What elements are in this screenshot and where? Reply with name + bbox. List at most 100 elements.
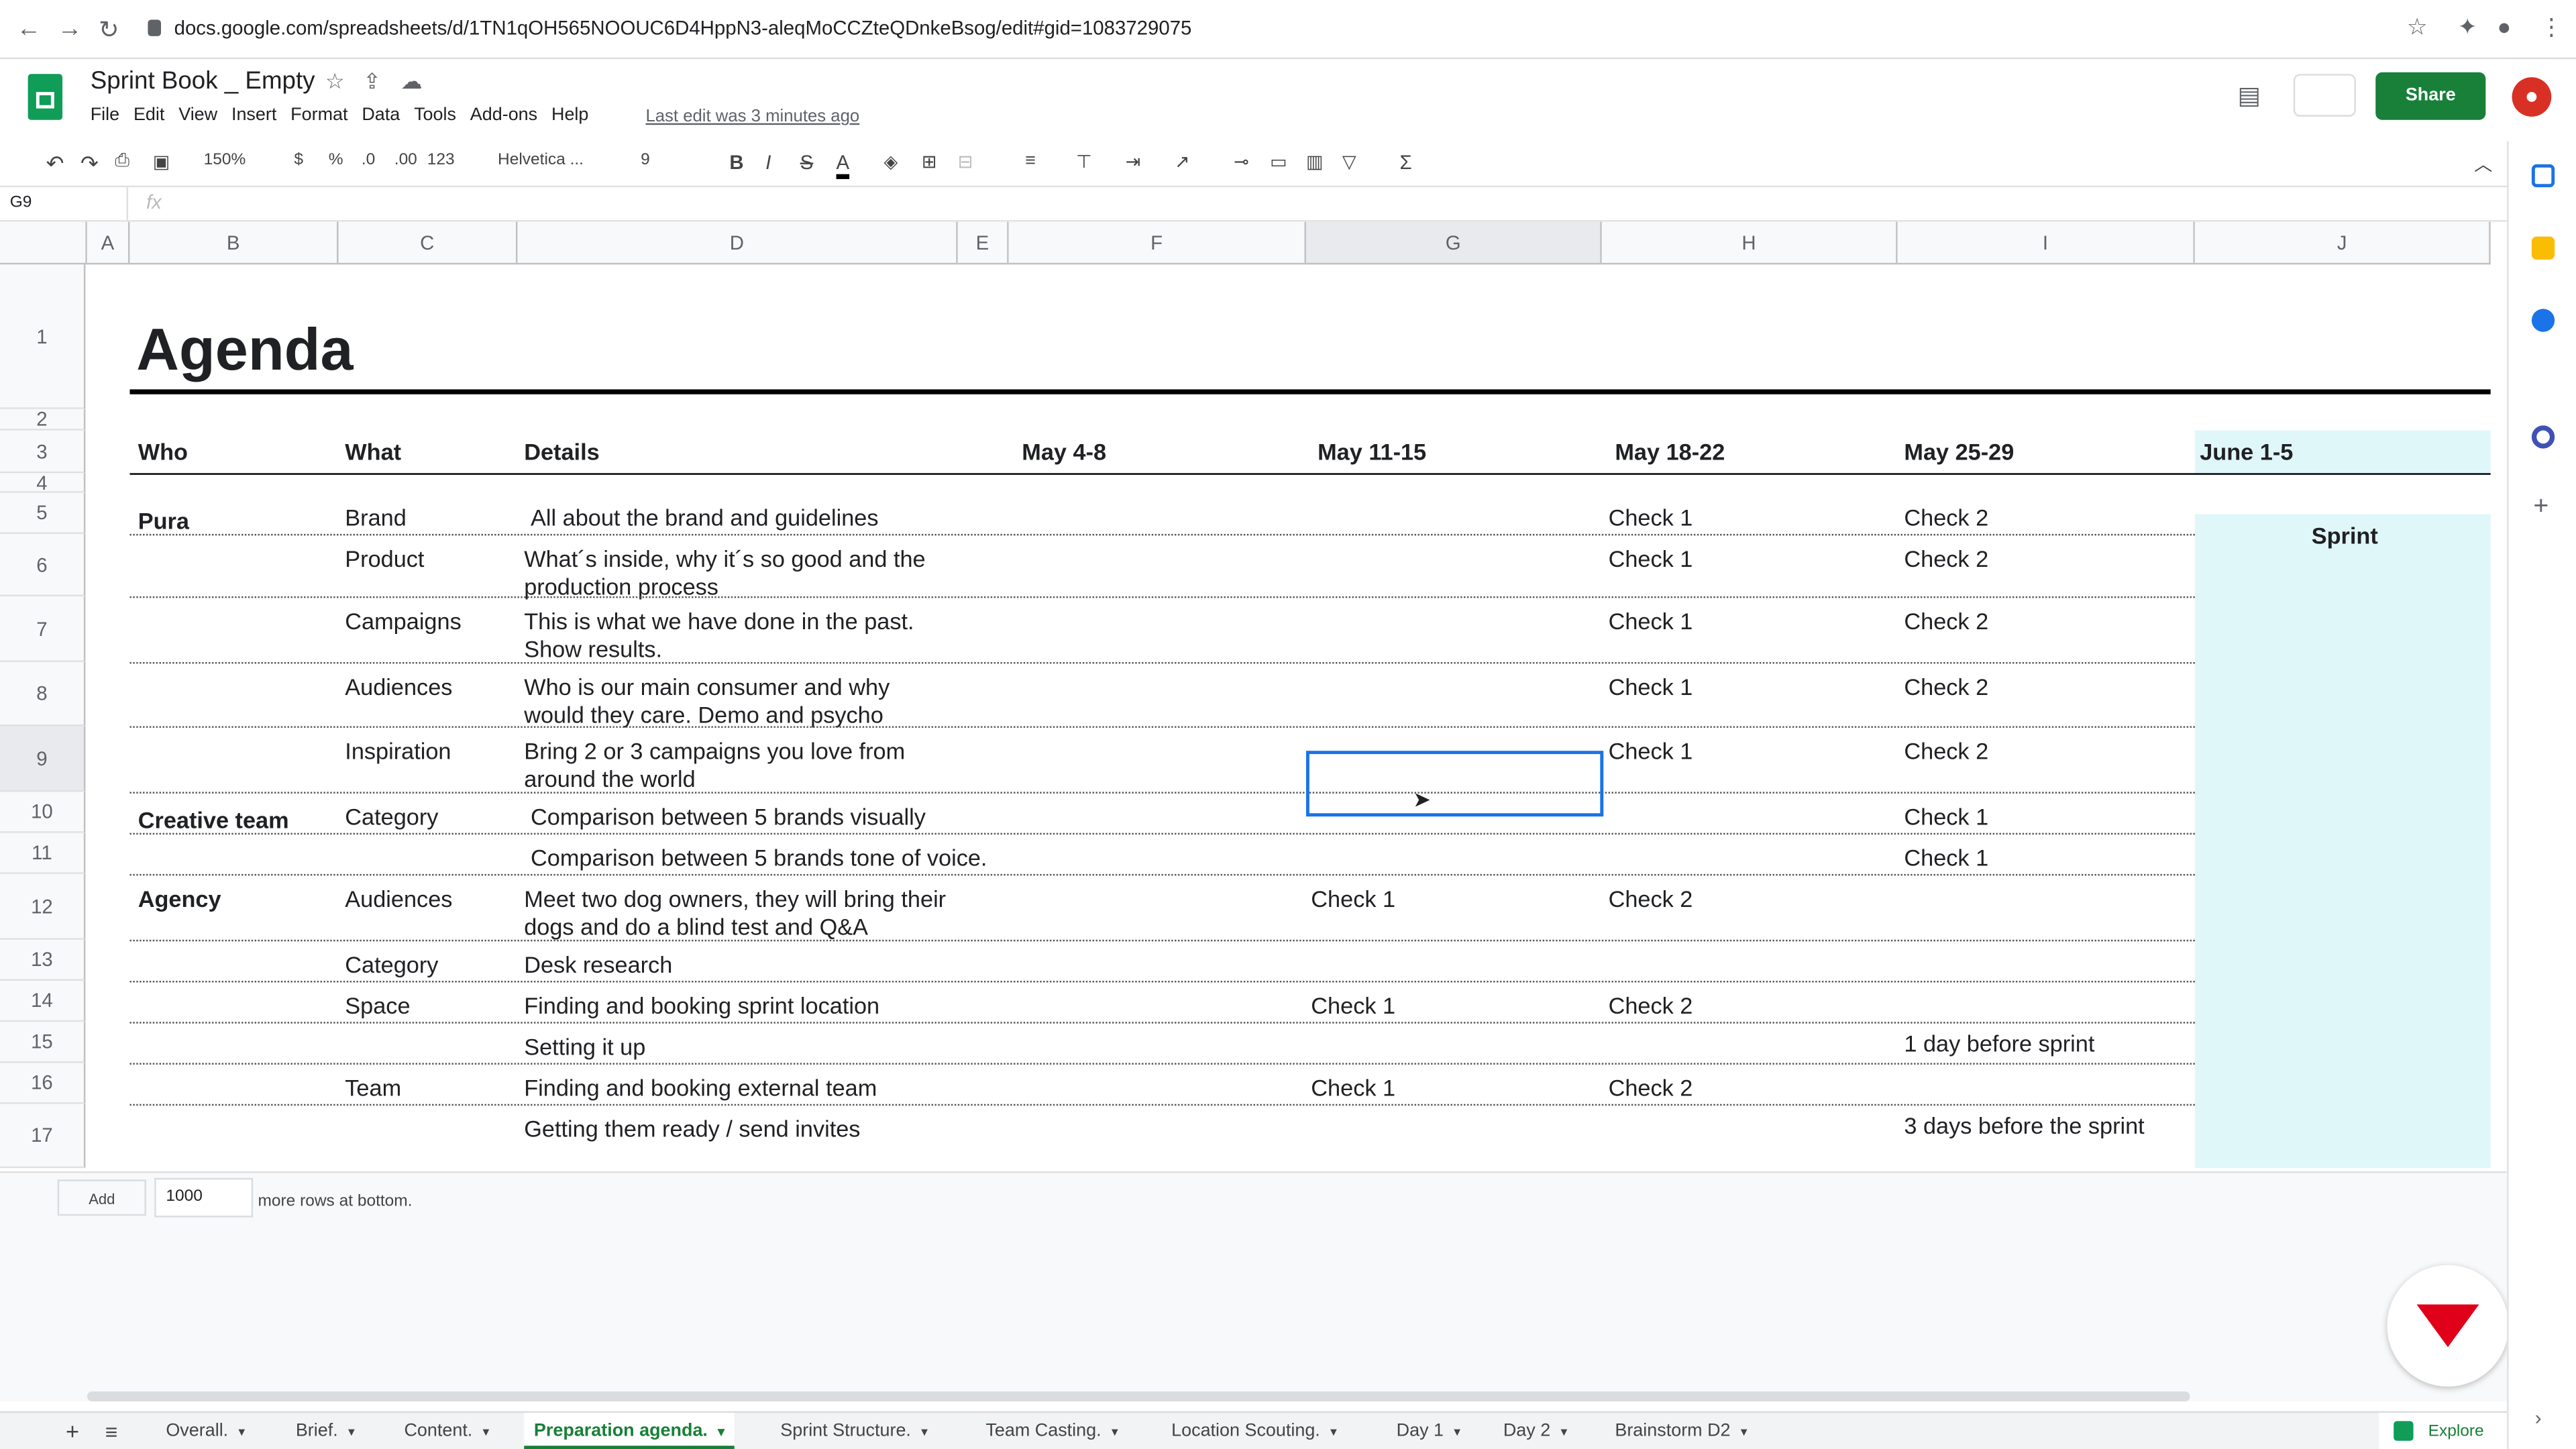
forward-icon[interactable]: →	[58, 15, 83, 43]
column-header-e[interactable]: E	[957, 221, 1009, 265]
bookmark-star-icon[interactable]: ☆	[2407, 13, 2428, 42]
functions-button[interactable]: Σ	[1400, 151, 1412, 174]
wrap-text-icon[interactable]: ⇥	[1126, 151, 1141, 172]
tab-menu-icon[interactable]: ▾	[1108, 1424, 1118, 1439]
row-header-13[interactable]: 13	[0, 939, 86, 981]
tasks-icon[interactable]	[2531, 309, 2555, 332]
share-button[interactable]: Share	[2375, 72, 2486, 120]
bold-button[interactable]: B	[729, 151, 743, 174]
column-header-b[interactable]: B	[129, 221, 339, 265]
row-header-10[interactable]: 10	[0, 792, 86, 833]
menu-file[interactable]: File	[91, 105, 119, 125]
borders-icon[interactable]: ⊞	[922, 151, 937, 172]
percent-button[interactable]: %	[329, 151, 343, 169]
sheet-tab-6[interactable]: Team Casting. ▾	[976, 1413, 1128, 1449]
column-header-h[interactable]: H	[1601, 221, 1898, 265]
row-header-5[interactable]: 5	[0, 492, 86, 534]
spreadsheet-grid[interactable]: ABCDEFGHIJ 1 2 3 4 5 6 7 8 9 10 11 12 13 14 15 16 17 Age…	[0, 221, 2508, 1172]
tab-menu-icon[interactable]: ▾	[1450, 1424, 1460, 1439]
sheet-tab-3[interactable]: Content. ▾	[394, 1413, 499, 1449]
row-header-14[interactable]: 14	[0, 981, 86, 1022]
column-header-f[interactable]: F	[1008, 221, 1306, 265]
collapse-toolbar-icon[interactable]: ︿	[2474, 151, 2492, 177]
tab-menu-icon[interactable]: ▾	[1557, 1424, 1567, 1439]
tab-menu-icon[interactable]: ▾	[235, 1424, 245, 1439]
reload-icon[interactable]: ↻	[99, 15, 119, 44]
explore-button[interactable]: Explore	[2379, 1413, 2508, 1449]
number-format-select[interactable]: 123	[427, 151, 455, 169]
row-header-11[interactable]: 11	[0, 833, 86, 874]
decrease-decimal-button[interactable]: .0	[362, 151, 375, 169]
brand-logo-button[interactable]	[2387, 1265, 2509, 1387]
font-select[interactable]: Helvetica ...	[498, 151, 584, 169]
italic-button[interactable]: I	[765, 151, 771, 174]
avatar[interactable]	[2512, 77, 2552, 117]
tab-menu-icon[interactable]: ▾	[918, 1424, 928, 1439]
filter-icon[interactable]: ▽	[1342, 151, 1356, 172]
sheet-tab-1[interactable]: Overall. ▾	[156, 1413, 255, 1449]
align-left-icon[interactable]: ≡	[1025, 151, 1036, 170]
vertical-align-icon[interactable]: ⊤	[1076, 151, 1091, 172]
rows-count-input[interactable]: 1000	[154, 1177, 254, 1218]
merge-cells-icon[interactable]: ⊟	[958, 151, 973, 172]
row-header-4[interactable]: 4	[0, 473, 86, 493]
horizontal-scrollbar[interactable]	[87, 1391, 2190, 1401]
name-box[interactable]: G9	[0, 187, 129, 222]
text-color-button[interactable]: A	[836, 151, 850, 179]
move-icon[interactable]: ⇪	[363, 69, 381, 95]
document-title[interactable]: Sprint Book _ Empty	[91, 67, 315, 95]
extensions-icon[interactable]: ✦	[2458, 13, 2477, 42]
font-size-select[interactable]: 9	[641, 151, 650, 169]
row-header-6[interactable]: 6	[0, 533, 86, 596]
sheet-tab-7[interactable]: Location Scouting. ▾	[1161, 1413, 1346, 1449]
strikethrough-button[interactable]: S	[800, 151, 814, 174]
insert-link-icon[interactable]: ⊸	[1234, 151, 1249, 172]
sheet-tab-5[interactable]: Sprint Structure. ▾	[771, 1413, 938, 1449]
menu-help[interactable]: Help	[551, 105, 588, 125]
last-edit-link[interactable]: Last edit was 3 minutes ago	[645, 107, 859, 126]
add-sheet-icon[interactable]: +	[56, 1413, 89, 1449]
row-header-3[interactable]: 3	[0, 430, 86, 474]
star-icon[interactable]: ☆	[325, 69, 345, 95]
sheet-tab-2[interactable]: Brief. ▾	[286, 1413, 364, 1449]
menu-view[interactable]: View	[178, 105, 217, 125]
sheet-tab-4[interactable]: Preparation agenda. ▾	[524, 1413, 735, 1449]
row-header-7[interactable]: 7	[0, 596, 86, 662]
selected-cell-g9[interactable]	[1305, 751, 1604, 817]
sheet-tab-9[interactable]: Day 2 ▾	[1493, 1413, 1577, 1449]
row-header-8[interactable]: 8	[0, 661, 86, 727]
column-header-c[interactable]: C	[338, 221, 518, 265]
currency-button[interactable]: $	[294, 151, 303, 169]
sheet-tab-8[interactable]: Day 1 ▾	[1387, 1413, 1470, 1449]
menu-insert[interactable]: Insert	[231, 105, 276, 125]
increase-decimal-button[interactable]: .00	[394, 151, 417, 169]
row-header-16[interactable]: 16	[0, 1063, 86, 1104]
menu-addons[interactable]: Add-ons	[470, 105, 537, 125]
insert-chart-icon[interactable]: ▥	[1306, 151, 1323, 172]
fill-color-icon[interactable]: ◈	[884, 151, 898, 172]
address-bar[interactable]: docs.google.com/spreadsheets/d/1TN1qOH56…	[148, 16, 1191, 40]
column-header-a[interactable]: A	[87, 221, 130, 265]
text-rotation-icon[interactable]: ↗	[1175, 151, 1190, 172]
row-header-15[interactable]: 15	[0, 1022, 86, 1063]
menu-data[interactable]: Data	[362, 105, 400, 125]
redo-icon[interactable]: ↷	[80, 151, 99, 177]
row-header-9[interactable]: 9	[0, 726, 86, 792]
tab-menu-icon[interactable]: ▾	[479, 1424, 490, 1439]
get-addons-icon[interactable]: +	[2533, 493, 2548, 523]
all-sheets-icon[interactable]: ≡	[95, 1413, 127, 1449]
row-header-2[interactable]: 2	[0, 409, 86, 431]
undo-icon[interactable]: ↶	[46, 151, 64, 177]
sheet-tab-10[interactable]: Brainstorm D2 ▾	[1605, 1413, 1758, 1449]
profile-icon[interactable]: ●	[2497, 13, 2511, 40]
menu-format[interactable]: Format	[290, 105, 347, 125]
tab-menu-icon[interactable]: ▾	[714, 1424, 724, 1439]
paint-format-icon[interactable]: ▣	[153, 151, 170, 172]
column-header-j[interactable]: J	[2194, 221, 2491, 265]
browser-menu-icon[interactable]: ⋮	[2540, 13, 2563, 42]
hide-panel-icon[interactable]: ›	[2535, 1406, 2542, 1429]
menu-edit[interactable]: Edit	[133, 105, 164, 125]
column-header-d[interactable]: D	[517, 221, 958, 265]
column-header-g[interactable]: G	[1305, 221, 1602, 265]
present-button[interactable]	[2293, 74, 2356, 117]
